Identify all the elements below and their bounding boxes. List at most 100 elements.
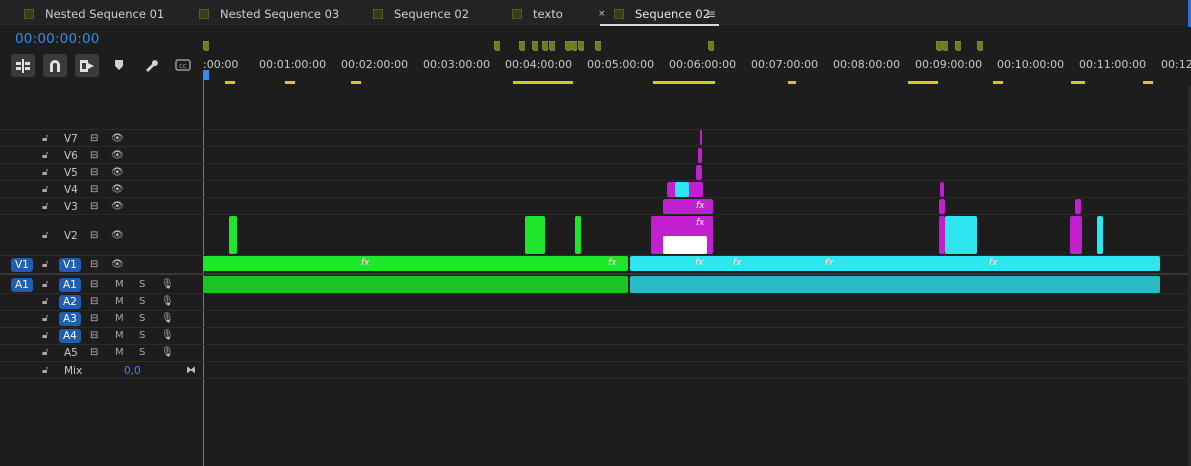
- track-header-mix[interactable]: 🔓︎ Mix 0,0 ⧓: [0, 362, 203, 379]
- toggle-sync-lock-icon[interactable]: ⊟: [90, 313, 98, 324]
- tab-sequence-02[interactable]: Sequence 02: [373, 5, 469, 23]
- video-clip[interactable]: [698, 148, 702, 163]
- eye-icon[interactable]: 👁︎: [111, 150, 124, 161]
- toggle-sync-lock-icon[interactable]: ⊟: [90, 167, 98, 178]
- sequence-marker-icon[interactable]: [942, 41, 948, 51]
- tab-close-icon[interactable]: ×: [598, 9, 606, 19]
- track-header-v5[interactable]: 🔓︎ V5 ⊟ 👁︎: [0, 164, 203, 181]
- video-clip[interactable]: [939, 199, 945, 214]
- audio-clip[interactable]: [203, 276, 628, 293]
- video-clip[interactable]: [203, 256, 628, 271]
- track-header-a4[interactable]: 🔓︎ A4 ⊟ M S 🎙︎: [0, 327, 203, 344]
- time-ruler[interactable]: :00:00 00:01:00:00 00:02:00:00 00:03:00:…: [203, 36, 1191, 86]
- solo-button[interactable]: S: [139, 313, 145, 324]
- lock-icon[interactable]: 🔓︎: [42, 167, 48, 178]
- track-target-a1[interactable]: A1: [59, 277, 81, 292]
- settings-wrench-icon[interactable]: [143, 57, 159, 73]
- track-header-v4[interactable]: 🔓︎ V4 ⊟ 👁︎: [0, 181, 203, 198]
- lock-icon[interactable]: 🔓︎: [42, 313, 48, 324]
- playhead-timecode[interactable]: 00:00:00:00: [15, 31, 100, 47]
- lock-icon[interactable]: 🔓︎: [42, 259, 48, 270]
- lock-icon[interactable]: 🔓︎: [42, 347, 48, 358]
- toggle-sync-lock-icon[interactable]: ⊟: [90, 230, 98, 241]
- lock-icon[interactable]: 🔓︎: [42, 201, 48, 212]
- video-clip[interactable]: [696, 165, 702, 180]
- track-header-a2[interactable]: 🔓︎ A2 ⊟ M S 🎙︎: [0, 293, 203, 310]
- solo-button[interactable]: S: [139, 279, 145, 290]
- track-target-a2[interactable]: A2: [59, 294, 81, 309]
- toggle-sync-lock-icon[interactable]: ⊟: [90, 184, 98, 195]
- eye-icon[interactable]: 👁︎: [111, 259, 124, 270]
- captions-icon[interactable]: cc: [175, 57, 191, 73]
- snap-button[interactable]: [43, 54, 67, 77]
- microphone-icon[interactable]: 🎙︎: [161, 296, 174, 307]
- eye-icon[interactable]: 👁︎: [111, 184, 124, 195]
- sequence-marker-icon[interactable]: [203, 41, 209, 51]
- video-clip[interactable]: [1075, 199, 1081, 214]
- sequence-marker-icon[interactable]: [519, 41, 525, 51]
- mix-volume-value[interactable]: 0,0: [124, 365, 141, 377]
- solo-button[interactable]: S: [139, 347, 145, 358]
- lock-icon[interactable]: 🔓︎: [42, 330, 48, 341]
- solo-button[interactable]: S: [139, 296, 145, 307]
- video-clip[interactable]: [630, 256, 1160, 271]
- sequence-marker-icon[interactable]: [578, 41, 584, 51]
- mute-button[interactable]: M: [115, 296, 124, 307]
- lock-icon[interactable]: 🔓︎: [42, 150, 48, 161]
- tab-texto[interactable]: texto: [512, 5, 563, 23]
- sequence-marker-icon[interactable]: [494, 41, 500, 51]
- eye-icon[interactable]: 👁︎: [111, 201, 124, 212]
- track-header-a3[interactable]: 🔓︎ A3 ⊟ M S 🎙︎: [0, 310, 203, 327]
- toggle-sync-lock-icon[interactable]: ⊟: [90, 133, 98, 144]
- sequence-marker-icon[interactable]: [549, 41, 555, 51]
- mute-button[interactable]: M: [115, 279, 124, 290]
- track-target-a4[interactable]: A4: [59, 328, 81, 343]
- track-header-v2[interactable]: 🔓︎ V2 ⊟ 👁︎: [0, 215, 203, 256]
- video-clip[interactable]: [940, 182, 944, 197]
- tab-nested-sequence-01[interactable]: Nested Sequence 01: [24, 5, 164, 23]
- video-clip[interactable]: [1070, 216, 1082, 254]
- mute-button[interactable]: M: [115, 347, 124, 358]
- microphone-icon[interactable]: 🎙︎: [161, 347, 174, 358]
- sequence-marker-icon[interactable]: [571, 41, 577, 51]
- video-clip[interactable]: [575, 216, 581, 254]
- sequence-marker-icon[interactable]: [542, 41, 548, 51]
- solo-button[interactable]: S: [139, 330, 145, 341]
- lock-icon[interactable]: 🔓︎: [42, 296, 48, 307]
- eye-icon[interactable]: 👁︎: [111, 167, 124, 178]
- video-clip[interactable]: [945, 216, 977, 254]
- sequence-marker-icon[interactable]: [532, 41, 538, 51]
- toggle-sync-lock-icon[interactable]: ⊟: [90, 150, 98, 161]
- toggle-sync-lock-icon[interactable]: ⊟: [90, 201, 98, 212]
- audio-clip[interactable]: [630, 276, 1160, 293]
- linked-selection-button[interactable]: [75, 54, 99, 77]
- sequence-marker-icon[interactable]: [708, 41, 714, 51]
- track-header-v6[interactable]: 🔓︎ V6 ⊟ 👁︎: [0, 147, 203, 164]
- track-header-v3[interactable]: 🔓︎ V3 ⊟ 👁︎: [0, 198, 203, 215]
- track-header-a1[interactable]: A1 🔓︎ A1 ⊟ M S 🎙︎: [0, 276, 203, 293]
- track-target-a3[interactable]: A3: [59, 311, 81, 326]
- lock-icon[interactable]: 🔓︎: [42, 184, 48, 195]
- tab-menu-icon[interactable]: ≡: [706, 7, 716, 21]
- sequence-marker-icon[interactable]: [977, 41, 983, 51]
- track-header-v1[interactable]: V1 🔓︎ V1 ⊟ 👁︎: [0, 256, 203, 273]
- video-clip[interactable]: [525, 216, 545, 254]
- video-clip[interactable]: [1097, 216, 1103, 254]
- toggle-sync-lock-icon[interactable]: ⊟: [90, 279, 98, 290]
- video-clip[interactable]: [229, 216, 237, 254]
- microphone-icon[interactable]: 🎙︎: [161, 279, 174, 290]
- video-clip[interactable]: [700, 130, 702, 145]
- lock-icon[interactable]: 🔓︎: [42, 279, 48, 290]
- sequence-marker-icon[interactable]: [955, 41, 961, 51]
- toggle-sync-lock-icon[interactable]: ⊟: [90, 259, 98, 270]
- video-clip[interactable]: [663, 199, 713, 214]
- video-clip[interactable]: [939, 216, 945, 254]
- source-patch-v1[interactable]: V1: [11, 257, 33, 272]
- toggle-sync-lock-icon[interactable]: ⊟: [90, 347, 98, 358]
- add-marker-icon[interactable]: [111, 57, 127, 73]
- mute-button[interactable]: M: [115, 313, 124, 324]
- tab-sequence-02-active[interactable]: Sequence 02: [614, 5, 710, 23]
- tab-nested-sequence-03[interactable]: Nested Sequence 03: [199, 5, 339, 23]
- track-header-v7[interactable]: 🔓︎ V7 ⊟ 👁︎: [0, 130, 203, 147]
- track-target-v1[interactable]: V1: [59, 257, 81, 272]
